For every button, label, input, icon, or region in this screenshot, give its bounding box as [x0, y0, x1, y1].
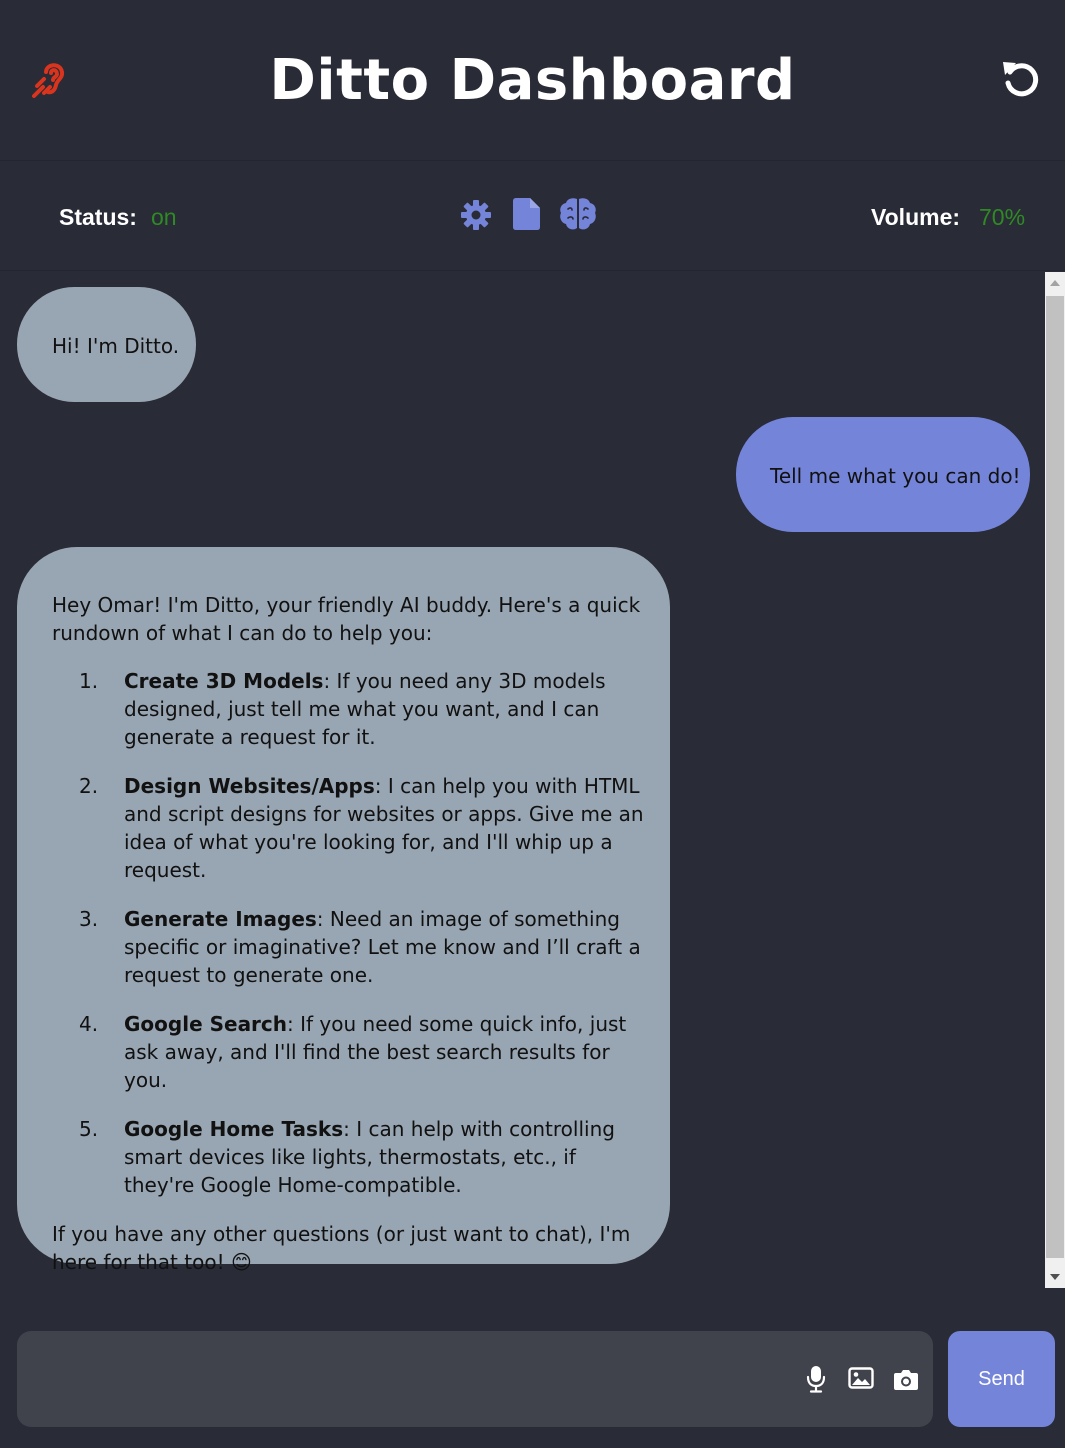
message-outro: If you have any other questions (or just…	[52, 1222, 631, 1274]
list-item: 3. Generate Images: Need an image of some…	[79, 907, 641, 987]
message-composer	[17, 1331, 933, 1427]
header: Ditto Dashboard	[0, 0, 1065, 161]
chat-scrollbar[interactable]	[1045, 272, 1065, 1288]
brain-icon[interactable]	[559, 197, 597, 231]
list-item: 5. Google Home Tasks: I can help with con…	[79, 1117, 615, 1197]
file-icon[interactable]	[513, 198, 541, 230]
bot-message: Hi! I'm Ditto.	[17, 287, 196, 402]
list-item: 2. Design Websites/Apps: I can help you w…	[79, 774, 644, 882]
ditto-dashboard: Ditto Dashboard Status: on Volume: 70% H…	[0, 0, 1065, 1448]
scroll-up-arrow-icon[interactable]	[1045, 272, 1065, 294]
volume-label: Volume:	[871, 204, 961, 230]
microphone-icon[interactable]	[805, 1365, 827, 1393]
image-icon[interactable]	[848, 1367, 874, 1389]
status-label: Status:	[59, 204, 137, 230]
gear-icon[interactable]	[460, 199, 492, 231]
page-title: Ditto Dashboard	[269, 48, 796, 113]
scroll-down-arrow-icon[interactable]	[1045, 1266, 1065, 1288]
volume-value: 70%	[979, 204, 1026, 230]
send-button[interactable]: Send	[948, 1331, 1055, 1427]
scroll-thumb[interactable]	[1046, 296, 1064, 1258]
message-intro: Hey Omar! I'm Ditto, your friendly AI bu…	[52, 593, 641, 645]
user-message: Tell me what you can do!	[736, 417, 1030, 532]
bot-message: Hey Omar! I'm Ditto, your friendly AI bu…	[17, 547, 670, 1274]
message-input[interactable]	[29, 1343, 799, 1415]
status-value: on	[151, 204, 177, 230]
reset-icon[interactable]	[999, 56, 1043, 100]
list-item: 4. Google Search: If you need some quick …	[79, 1012, 627, 1092]
camera-icon[interactable]	[893, 1368, 919, 1391]
capability-list: 1. Create 3D Models: If you need any 3D m…	[52, 667, 650, 1199]
chat-log[interactable]: Hi! I'm Ditto. Tell me what you can do! …	[0, 272, 1045, 1288]
list-item: 1. Create 3D Models: If you need any 3D m…	[79, 669, 606, 749]
status-bar: Status: on Volume: 70%	[0, 162, 1065, 271]
